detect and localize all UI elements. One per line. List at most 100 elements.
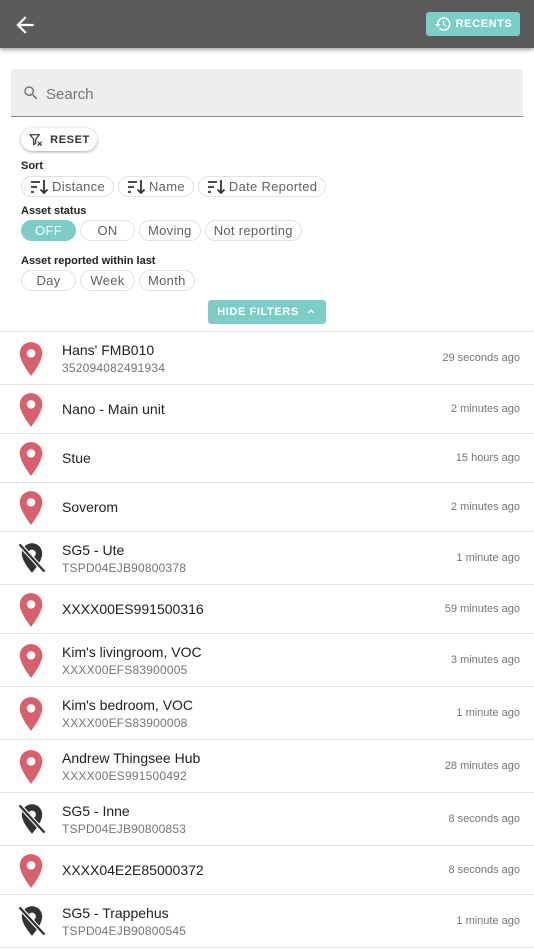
location-off-icon	[17, 541, 47, 580]
asset-id: 352094082491934	[62, 361, 166, 375]
asset-row[interactable]: Stue 15 hours ago	[0, 434, 534, 483]
sort-date-reported-label: Date Reported	[228, 179, 318, 194]
asset-row[interactable]: Soverom 2 minutes ago	[0, 483, 534, 532]
location-pin-icon	[17, 592, 45, 633]
asset-last-reported: 2 minutes ago	[450, 403, 520, 415]
filter-clear-icon	[29, 133, 43, 146]
asset-row[interactable]: Hans' FMB010 352094082491934 29 seconds ag…	[0, 332, 534, 385]
period-month-chip[interactable]: Month	[139, 270, 195, 291]
asset-id: XXXX00ES991500492	[62, 769, 187, 783]
asset-last-reported: 29 seconds ago	[442, 352, 520, 364]
location-off-icon	[17, 904, 47, 943]
asset-name: Soverom	[62, 499, 119, 515]
chevron-up-icon	[307, 309, 315, 314]
asset-last-reported: 1 minute ago	[456, 707, 520, 719]
sort-icon	[127, 179, 146, 194]
asset-id: XXXX00EFS83900008	[62, 716, 188, 730]
asset-id: TSPD04EJB90800545	[62, 924, 187, 938]
status-not-reporting-label: Not reporting	[213, 223, 293, 238]
status-on-chip[interactable]: ON	[80, 220, 135, 241]
search-box	[11, 69, 523, 117]
sort-date-reported-chip[interactable]: Date Reported	[197, 176, 327, 197]
sort-name-label: Name	[148, 179, 185, 194]
period-day-chip[interactable]: Day	[21, 270, 76, 291]
asset-last-reported: 8 seconds ago	[448, 813, 520, 825]
asset-name: Kim's livingroom, VOC	[62, 644, 202, 660]
asset-name: Hans' FMB010	[62, 342, 155, 358]
period-week-chip[interactable]: Week	[80, 270, 135, 291]
period-day-label: Day	[36, 273, 61, 288]
asset-row[interactable]: SG5 - Inne TSPD04EJB90800853 8 seconds ago	[0, 793, 534, 846]
asset-row[interactable]: Nano - Main unit 2 minutes ago	[0, 385, 534, 434]
asset-id: TSPD04EJB90800853	[62, 822, 187, 836]
search-input[interactable]	[44, 81, 508, 107]
reset-label: RESET	[50, 133, 90, 146]
asset-last-reported: 1 minute ago	[456, 552, 520, 564]
asset-row[interactable]: Kim's bedroom, VOC XXXX00EFS83900008 1 min…	[0, 687, 534, 740]
app-bar: RECENTS	[0, 0, 534, 48]
sort-options: Distance Name Date Reported	[21, 176, 327, 197]
asset-last-reported: 15 hours ago	[455, 452, 520, 464]
reset-filters-button[interactable]: RESET	[21, 128, 97, 151]
asset-row[interactable]: XXXX00ES991500316 59 minutes ago	[0, 585, 534, 634]
location-pin-icon	[17, 392, 45, 433]
hide-filters-label: HIDE FILTERS	[217, 306, 299, 318]
back-button[interactable]	[12, 12, 38, 38]
asset-name: SG5 - Trappehus	[62, 905, 169, 921]
status-moving-label: Moving	[148, 223, 192, 238]
asset-id: XXXX00EFS83900005	[62, 663, 188, 677]
reported-within-label: Asset reported within last	[21, 255, 156, 267]
asset-name: Andrew Thingsee Hub	[62, 750, 201, 766]
search-icon	[24, 86, 38, 100]
asset-last-reported: 28 minutes ago	[444, 760, 520, 772]
status-off-label: OFF	[35, 223, 62, 238]
asset-row[interactable]: Andrew Thingsee Hub XXXX00ES991500492 28 m…	[0, 740, 534, 793]
asset-row[interactable]: SG5 - Trappehus TSPD04EJB90800545 1 minute…	[0, 895, 534, 948]
reported-within-options: Day Week Month	[21, 270, 195, 291]
recents-button[interactable]: RECENTS	[426, 12, 520, 36]
status-moving-chip[interactable]: Moving	[139, 220, 201, 241]
asset-status-label: Asset status	[21, 205, 87, 217]
sort-icon	[31, 179, 49, 194]
asset-id: TSPD04EJB90800378	[62, 561, 187, 575]
sort-name-chip[interactable]: Name	[117, 176, 194, 197]
asset-name: SG5 - Inne	[62, 803, 130, 819]
hide-filters-button[interactable]: HIDE FILTERS	[208, 300, 326, 324]
asset-last-reported: 1 minute ago	[456, 915, 520, 927]
location-pin-icon	[17, 749, 45, 790]
status-on-label: ON	[97, 223, 118, 238]
location-pin-icon	[17, 696, 45, 737]
asset-name: Kim's bedroom, VOC	[62, 697, 194, 713]
asset-row[interactable]: XXXX04E2E85000372 8 seconds ago	[0, 846, 534, 895]
sort-distance-chip[interactable]: Distance	[21, 176, 114, 197]
asset-row[interactable]: Kim's livingroom, VOC XXXX00EFS83900005 3 …	[0, 634, 534, 687]
asset-name: SG5 - Ute	[62, 542, 125, 558]
asset-name: XXXX00ES991500316	[62, 601, 204, 617]
asset-list: Hans' FMB010 352094082491934 29 seconds ag…	[0, 331, 534, 948]
sort-icon	[207, 179, 226, 194]
asset-last-reported: 2 minutes ago	[450, 501, 520, 513]
location-off-icon	[17, 802, 47, 841]
arrow-back-icon	[16, 16, 34, 34]
history-icon	[434, 17, 451, 31]
status-not-reporting-chip[interactable]: Not reporting	[204, 220, 302, 241]
asset-status-options: OFF ON Moving Not reporting	[21, 220, 302, 241]
location-pin-icon	[17, 853, 45, 894]
asset-last-reported: 59 minutes ago	[444, 603, 520, 615]
period-month-label: Month	[148, 273, 186, 288]
sort-label: Sort	[21, 160, 43, 172]
asset-name: Stue	[62, 450, 91, 466]
location-pin-icon	[17, 490, 45, 531]
asset-last-reported: 8 seconds ago	[448, 864, 520, 876]
recents-label: RECENTS	[455, 18, 513, 30]
asset-row[interactable]: SG5 - Ute TSPD04EJB90800378 1 minute ago	[0, 532, 534, 585]
period-week-label: Week	[90, 273, 125, 288]
location-pin-icon	[17, 643, 45, 684]
status-off-chip[interactable]: OFF	[21, 220, 76, 241]
asset-name: XXXX04E2E85000372	[62, 862, 204, 878]
sort-distance-label: Distance	[52, 179, 105, 194]
location-pin-icon	[17, 441, 45, 482]
asset-name: Nano - Main unit	[62, 401, 165, 417]
location-pin-icon	[17, 341, 45, 382]
asset-last-reported: 3 minutes ago	[450, 654, 520, 666]
